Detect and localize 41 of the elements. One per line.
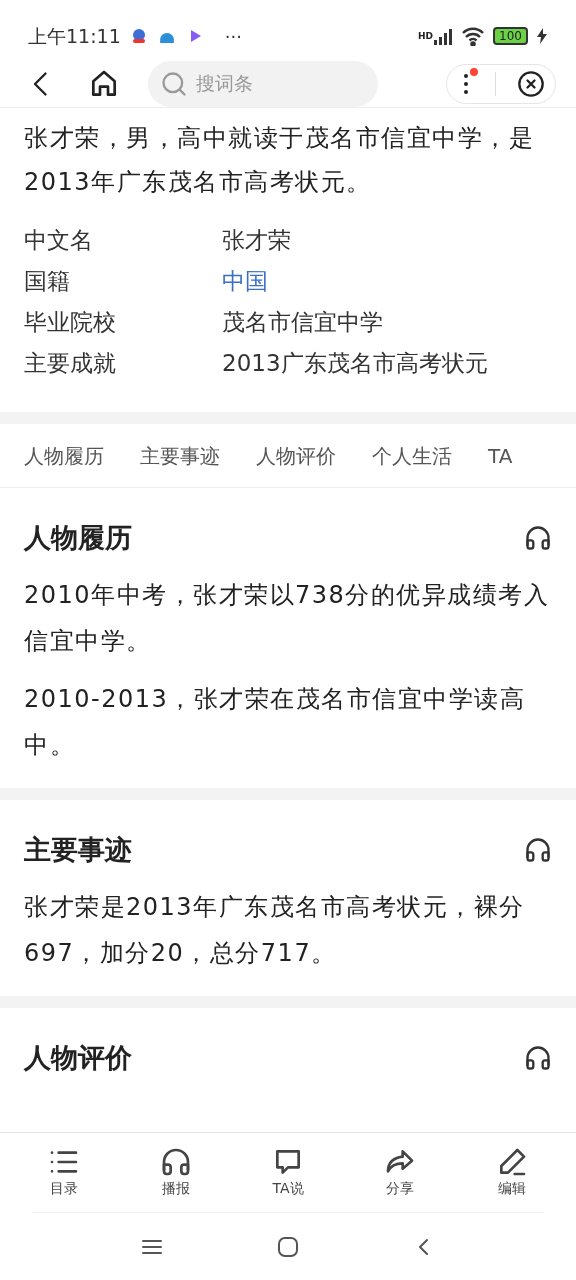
wifi-icon xyxy=(461,26,486,46)
signal-icon xyxy=(433,26,454,46)
section-paragraph: 张才荣是2013年广东茂名市高考状元，裸分697，加分20，总分717。 xyxy=(24,892,526,969)
info-label: 国籍 xyxy=(24,267,71,297)
info-value: 张才荣 xyxy=(222,226,291,256)
search-field[interactable]: 搜词条 xyxy=(148,60,378,107)
network-label: HD xyxy=(418,30,434,43)
listen-icon[interactable] xyxy=(524,524,552,552)
intro-text: 张才荣，男，高中就读于茂名市信宜中学，是2013年广东茂名市高考状元。 xyxy=(24,123,535,198)
toolbar-button[interactable]: 目录 xyxy=(24,1146,104,1199)
toolbar-button[interactable]: TA说 xyxy=(248,1146,328,1199)
section-paragraph: 2010年中考，张才荣以738分的优异成绩考入信宜中学。 xyxy=(24,580,551,657)
toolbar-button[interactable]: 播报 xyxy=(136,1146,216,1199)
charging-icon xyxy=(536,28,548,44)
info-label: 中文名 xyxy=(24,226,94,256)
search-icon xyxy=(160,69,188,98)
headphones-icon[interactable] xyxy=(160,1146,192,1178)
section-heading: 主要事迹 xyxy=(24,832,132,867)
listen-icon[interactable] xyxy=(524,1044,552,1072)
info-value: 2013广东茂名市高考状元 xyxy=(222,349,488,379)
info-label: 毕业院校 xyxy=(24,308,117,338)
more-notifications: ··· xyxy=(224,24,242,49)
listen-icon[interactable] xyxy=(524,836,552,864)
close-icon[interactable] xyxy=(516,69,545,98)
info-label: 主要成就 xyxy=(24,349,117,379)
section-tab[interactable]: 个人生活 xyxy=(372,440,452,471)
home-button-icon[interactable] xyxy=(276,1234,300,1259)
section-tab[interactable]: TA xyxy=(488,440,513,471)
search-input[interactable]: 搜词条 xyxy=(196,69,346,98)
section-tab[interactable]: 人物评价 xyxy=(256,440,336,471)
section-paragraph: 2010-2013，张才荣在茂名市信宜中学读高中。 xyxy=(24,684,527,761)
section-tab[interactable]: 主要事迹 xyxy=(140,440,220,471)
battery-level: 100 xyxy=(493,27,528,45)
info-link[interactable]: 中国 xyxy=(222,264,268,299)
status-time: 上午11:11 xyxy=(28,23,121,49)
section-heading: 人物履历 xyxy=(24,520,132,555)
section-tab[interactable]: 人物履历 xyxy=(24,440,104,471)
toolbar-button[interactable]: 编辑 xyxy=(472,1146,552,1199)
section-heading: 人物评价 xyxy=(24,1040,132,1075)
info-value: 茂名市信宜中学 xyxy=(222,308,383,338)
toolbar-button[interactable]: 分享 xyxy=(360,1146,440,1199)
